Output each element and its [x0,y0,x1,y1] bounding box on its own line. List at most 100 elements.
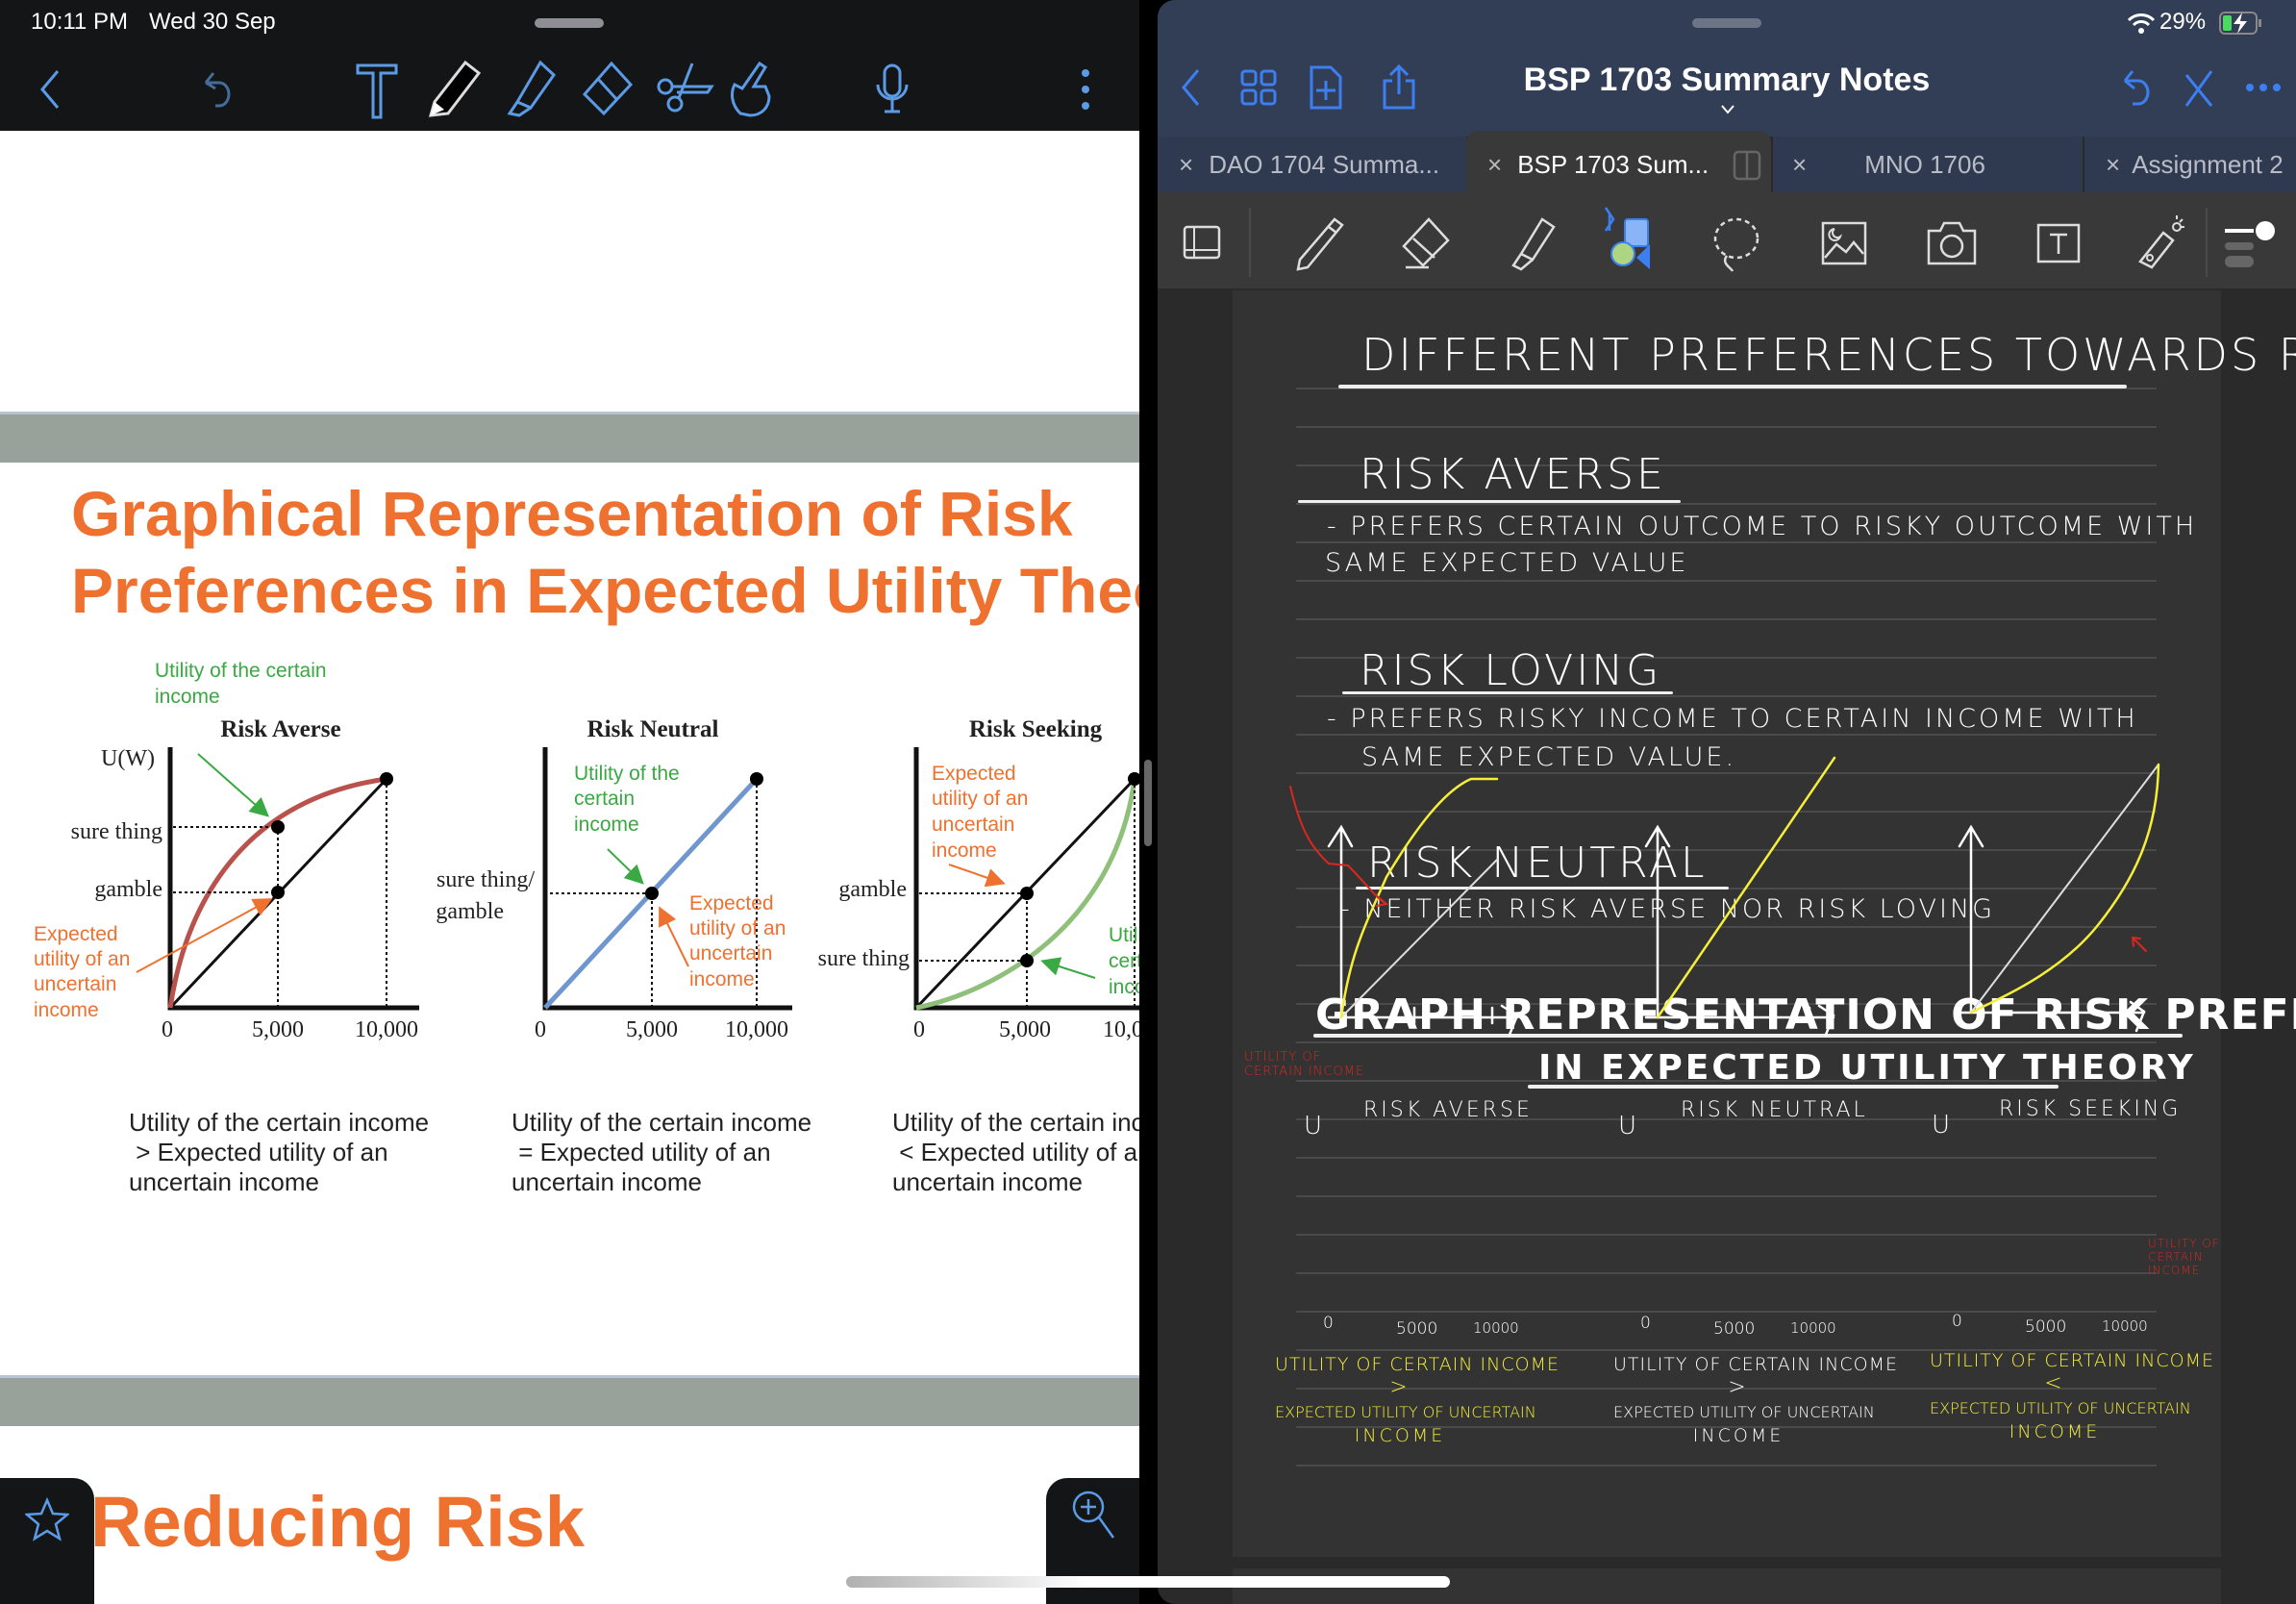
text-tool-icon[interactable] [356,63,398,119]
gamble-label: gamble [94,877,162,902]
svg-text:uncertain: uncertain [932,814,1014,836]
toolbar-divider [2206,208,2208,277]
page-layout-icon[interactable] [1181,221,1223,263]
svg-text:Utility of the: Utility of the [1109,924,1139,946]
eraser-icon[interactable] [1396,215,1452,271]
pdf-toolbar: 10:11 PM Wed 30 Sep [0,0,1139,131]
tick-label: 5000 [2025,1317,2067,1337]
tick-label: 5000 [1713,1319,1756,1339]
svg-text:gamble: gamble [436,899,504,924]
chevron-down-icon[interactable] [1720,104,1735,115]
pdf-viewer-pane: 10:11 PM Wed 30 Sep Graphical Representa… [0,0,1139,1604]
svg-text:sure thing/: sure thing/ [437,867,535,892]
caption-risk-averse: Utility of the certain income > Expected… [129,1108,430,1196]
zoom-in-icon[interactable] [1069,1488,1117,1541]
battery-percent: 29% [2159,9,2207,35]
svg-text:income: income [574,814,639,836]
hand-icon[interactable] [727,60,781,117]
tick-label: 5000 [1396,1319,1438,1339]
note-page[interactable]: Different Preferences Towards Risk Risk … [1233,290,2296,1557]
axis-label: U [1304,1112,1326,1140]
multitask-handle[interactable] [1692,18,1761,28]
tab-assignment-2[interactable]: × Assignment 2 [2084,137,2296,192]
multitask-handle[interactable] [535,18,604,28]
graph-title: Risk Averse [1363,1098,1533,1122]
image-icon[interactable] [1821,221,1867,265]
svg-text:utility of an: utility of an [689,917,786,940]
caption-risk-neutral: Utility of the certain income = Expected… [512,1108,812,1196]
pen-icon[interactable] [427,60,483,117]
pencil-icon[interactable] [1292,215,1346,271]
svg-text:sure thing: sure thing [818,946,910,971]
more-icon[interactable] [1079,67,1092,112]
svg-text:Utility of the: Utility of the [574,763,680,785]
chart-title: Risk Seeking [969,716,1103,742]
graph-title: Risk Seeking [1999,1097,2182,1121]
battery-charging-icon [2219,12,2261,35]
star-icon[interactable] [25,1497,69,1541]
tick-label: 10000 [1473,1319,1519,1337]
microphone-icon[interactable] [873,63,911,115]
close-tab-icon[interactable]: × [1792,150,1807,179]
scissors-icon[interactable] [654,60,715,117]
chart-risk-neutral: Risk Neutral sure thing/ gamble 0 5,000 … [436,716,792,1042]
tab-dao-1704[interactable]: × DAO 1704 Summa... [1158,137,1466,192]
tick-label: 0 [1952,1312,1962,1331]
camera-icon[interactable] [1927,221,1977,265]
close-tab-icon[interactable]: × [1179,150,1193,179]
y-axis-label: U(W) [101,746,155,771]
axis-label: U [1618,1112,1640,1140]
svg-text:Expected: Expected [689,892,774,915]
redo-close-pen-icon[interactable] [2183,67,2215,110]
eraser-icon[interactable] [577,60,635,117]
svg-text:income: income [689,968,755,990]
highlighter-icon[interactable] [502,60,558,117]
graph-caption: Utility of certain income > Expected uti… [1275,1354,1560,1446]
tick-label: 0 [1640,1314,1651,1333]
svg-text:income: income [932,840,997,862]
svg-text:uncertain: uncertain [689,942,772,965]
svg-text:certain: certain [574,788,635,810]
status-time: 10:11 PM [31,9,128,35]
bookmark-tab[interactable] [0,1478,94,1604]
svg-text:uncertain: uncertain [34,973,116,995]
notes-app-pane: 29% BSP 1703 Summary Notes × DAO 1704 Sum… [1158,0,2296,1604]
svg-text:5,000: 5,000 [252,1017,304,1042]
tick-label: 0 [1323,1314,1334,1333]
svg-text:0: 0 [913,1017,925,1042]
pen-size-icon[interactable] [2223,217,2277,269]
svg-text:Expected: Expected [34,923,118,945]
svg-text:income: income [155,686,220,708]
notes-toolbar [1158,192,2296,288]
graph-title: Risk Neutral [1681,1098,1868,1122]
chart-risk-averse: Risk Averse U(W) sure thing gamble 0 5,0… [34,660,419,1042]
svg-text:10,000: 10,000 [1103,1017,1139,1042]
sure-thing-label: sure thing [71,819,162,844]
shapes-icon[interactable] [1600,206,1667,275]
back-icon[interactable] [37,67,65,112]
slide-divider [0,412,1139,463]
tab-bsp-1703[interactable]: × BSP 1703 Sum... [1466,131,1771,192]
undo-icon[interactable] [198,69,237,112]
tab-mno-1706[interactable]: × MNO 1706 [1773,137,2083,192]
text-box-icon[interactable] [2034,221,2083,265]
split-view-icon[interactable] [1733,150,1761,181]
chart-risk-seeking: Risk Seeking gamble sure thing 0 5,000 1… [818,716,1139,1042]
graph-caption: Utility of certain income < Expected uti… [1930,1350,2214,1442]
close-tab-icon[interactable]: × [1487,150,1502,179]
undo-icon[interactable] [2115,67,2154,110]
lasso-icon[interactable] [1711,215,1761,273]
home-indicator[interactable] [846,1576,1450,1588]
laser-pointer-icon[interactable] [2134,213,2186,273]
highlighter-icon[interactable] [1504,215,1558,271]
chart-title: Risk Neutral [587,716,719,742]
svg-text:Utility of the certain: Utility of the certain [155,660,327,682]
svg-text:utility of an: utility of an [34,948,130,970]
close-tab-icon[interactable]: × [2106,150,2120,179]
more-icon[interactable] [2244,81,2283,94]
svg-text:0: 0 [535,1017,546,1042]
svg-text:gamble: gamble [838,877,907,902]
svg-text:Expected: Expected [932,763,1016,785]
split-view-divider-handle[interactable] [1144,760,1152,846]
graph-caption: Utility of certain income > Expected uti… [1613,1354,1898,1446]
